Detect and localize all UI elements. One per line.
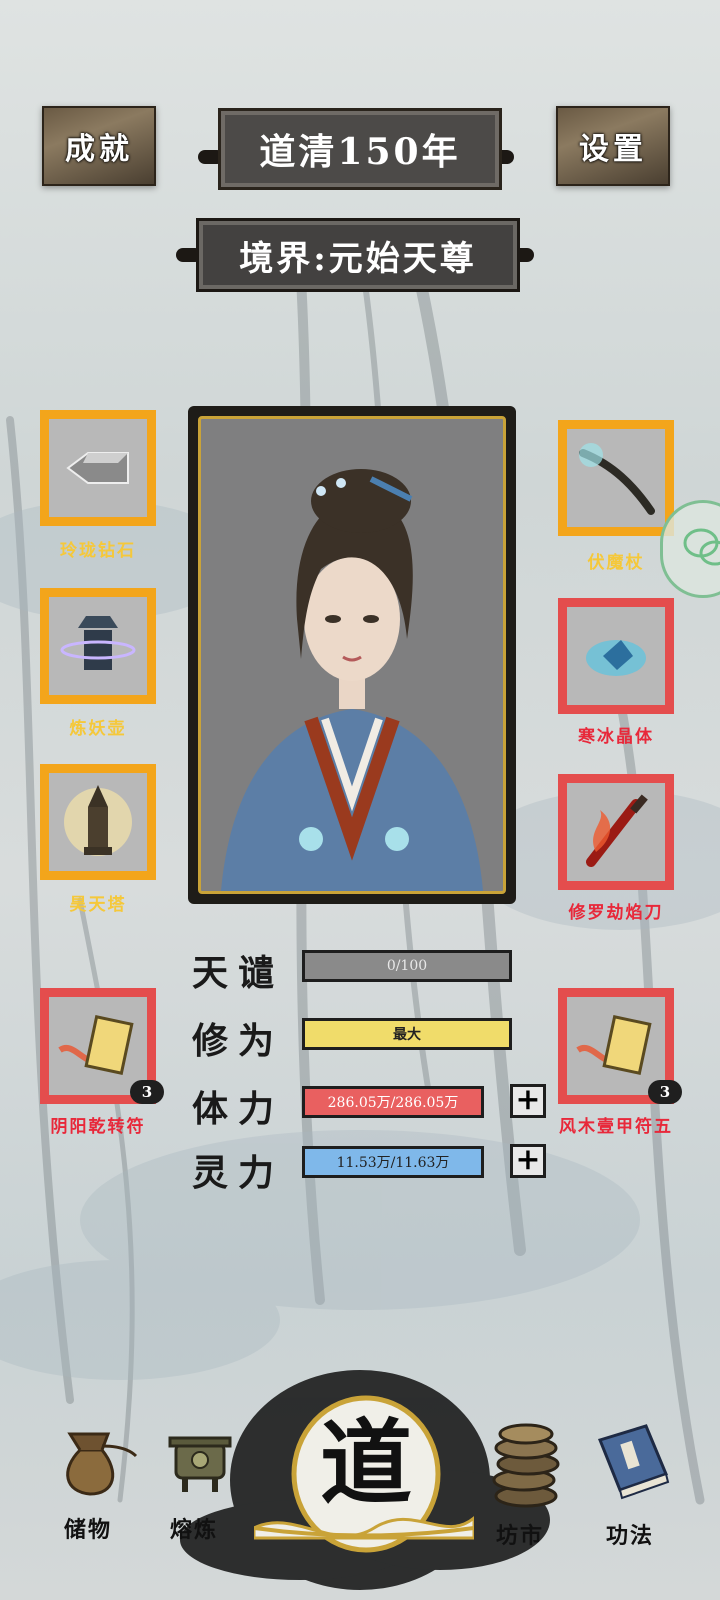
nav-storage[interactable]: 储物 <box>50 1420 150 1570</box>
cultivation-label: 修为 <box>192 1020 285 1062</box>
equip-slot-right-2[interactable] <box>558 598 674 714</box>
ice-crystal-icon <box>586 640 646 676</box>
cultivation-value: 最大 <box>393 1027 421 1043</box>
nav-dao-label: 道 <box>319 1409 412 1517</box>
spirit-value: 11.53万/11.63万 <box>336 1155 450 1171</box>
stamina-label: 体力 <box>192 1088 285 1130</box>
talisman-icon <box>58 1015 134 1075</box>
slot-label-right-3: 修罗劫焰刀 <box>568 903 664 923</box>
year-title: 道清150年 <box>259 131 461 173</box>
plus-icon: + <box>515 1142 541 1177</box>
furnace-icon <box>168 1436 232 1492</box>
nav-market[interactable]: 坊市 <box>486 1420 586 1570</box>
spirit-label: 灵力 <box>192 1152 285 1194</box>
coins-icon <box>492 1423 560 1508</box>
nav-smelt[interactable]: 熔炼 <box>160 1420 260 1570</box>
tribulation-value: 0/100 <box>386 958 428 974</box>
equip-slot-left-3[interactable] <box>40 764 156 880</box>
staff-icon <box>579 443 655 515</box>
wechat-icon <box>683 528 720 566</box>
slot-label-right-2: 寒冰晶体 <box>578 727 654 747</box>
diamond-icon <box>66 452 129 484</box>
character-portrait-frame[interactable] <box>188 406 516 904</box>
slot-label-left-1: 玲珑钻石 <box>60 541 136 561</box>
slot-label-left-2: 炼妖壶 <box>69 719 127 739</box>
slot-label-left-3: 昊天塔 <box>69 895 127 915</box>
book-icon <box>598 1424 670 1500</box>
realm-plaque: 境界:元始天尊 <box>196 218 520 292</box>
nav-skills[interactable]: 功法 <box>590 1420 690 1570</box>
cultivation-bar: 最大 <box>302 1018 512 1050</box>
year-plaque: 道清150年 <box>218 108 502 190</box>
equip-slot-left-1[interactable] <box>40 410 156 526</box>
talisman-icon <box>576 1015 652 1075</box>
tribulation-bar: 0/100 <box>302 950 512 982</box>
talisman-label-left: 阴阳乾转符 <box>50 1117 146 1137</box>
nav-storage-label: 储物 <box>64 1517 113 1543</box>
tribulation-label: 天谴 <box>192 952 285 994</box>
talisman-count-left: 3 <box>130 1080 164 1104</box>
stamina-plus-button[interactable]: + <box>510 1084 546 1118</box>
equip-slot-right-3[interactable] <box>558 774 674 890</box>
nav-market-label: 坊市 <box>496 1523 545 1549</box>
spirit-bar: 11.53万/11.63万 <box>302 1146 484 1178</box>
realm-title: 境界:元始天尊 <box>239 238 477 279</box>
spirit-plus-button[interactable]: + <box>510 1144 546 1178</box>
equip-slot-right-1[interactable] <box>558 420 674 536</box>
pouch-icon <box>66 1432 138 1496</box>
settings-label: 设置 <box>579 132 647 167</box>
nav-dao-button[interactable]: 道 <box>254 1378 474 1578</box>
talisman-count-right: 3 <box>648 1080 682 1104</box>
flame-blade-icon <box>586 794 648 867</box>
achievements-label: 成就 <box>65 132 133 167</box>
character-portrait <box>221 469 483 891</box>
equip-slot-left-2[interactable] <box>40 588 156 704</box>
cauldron-icon <box>60 616 136 670</box>
nav-smelt-label: 熔炼 <box>170 1517 219 1543</box>
nav-skills-label: 功法 <box>606 1523 655 1549</box>
pagoda-icon <box>64 785 132 856</box>
stamina-bar: 286.05万/286.05万 <box>302 1086 484 1118</box>
plus-icon: + <box>515 1082 541 1117</box>
settings-button[interactable]: 设置 <box>556 106 670 186</box>
achievements-button[interactable]: 成就 <box>42 106 156 186</box>
talisman-label-right: 风木壹甲符五 <box>559 1117 673 1137</box>
stamina-value: 286.05万/286.05万 <box>327 1095 459 1111</box>
